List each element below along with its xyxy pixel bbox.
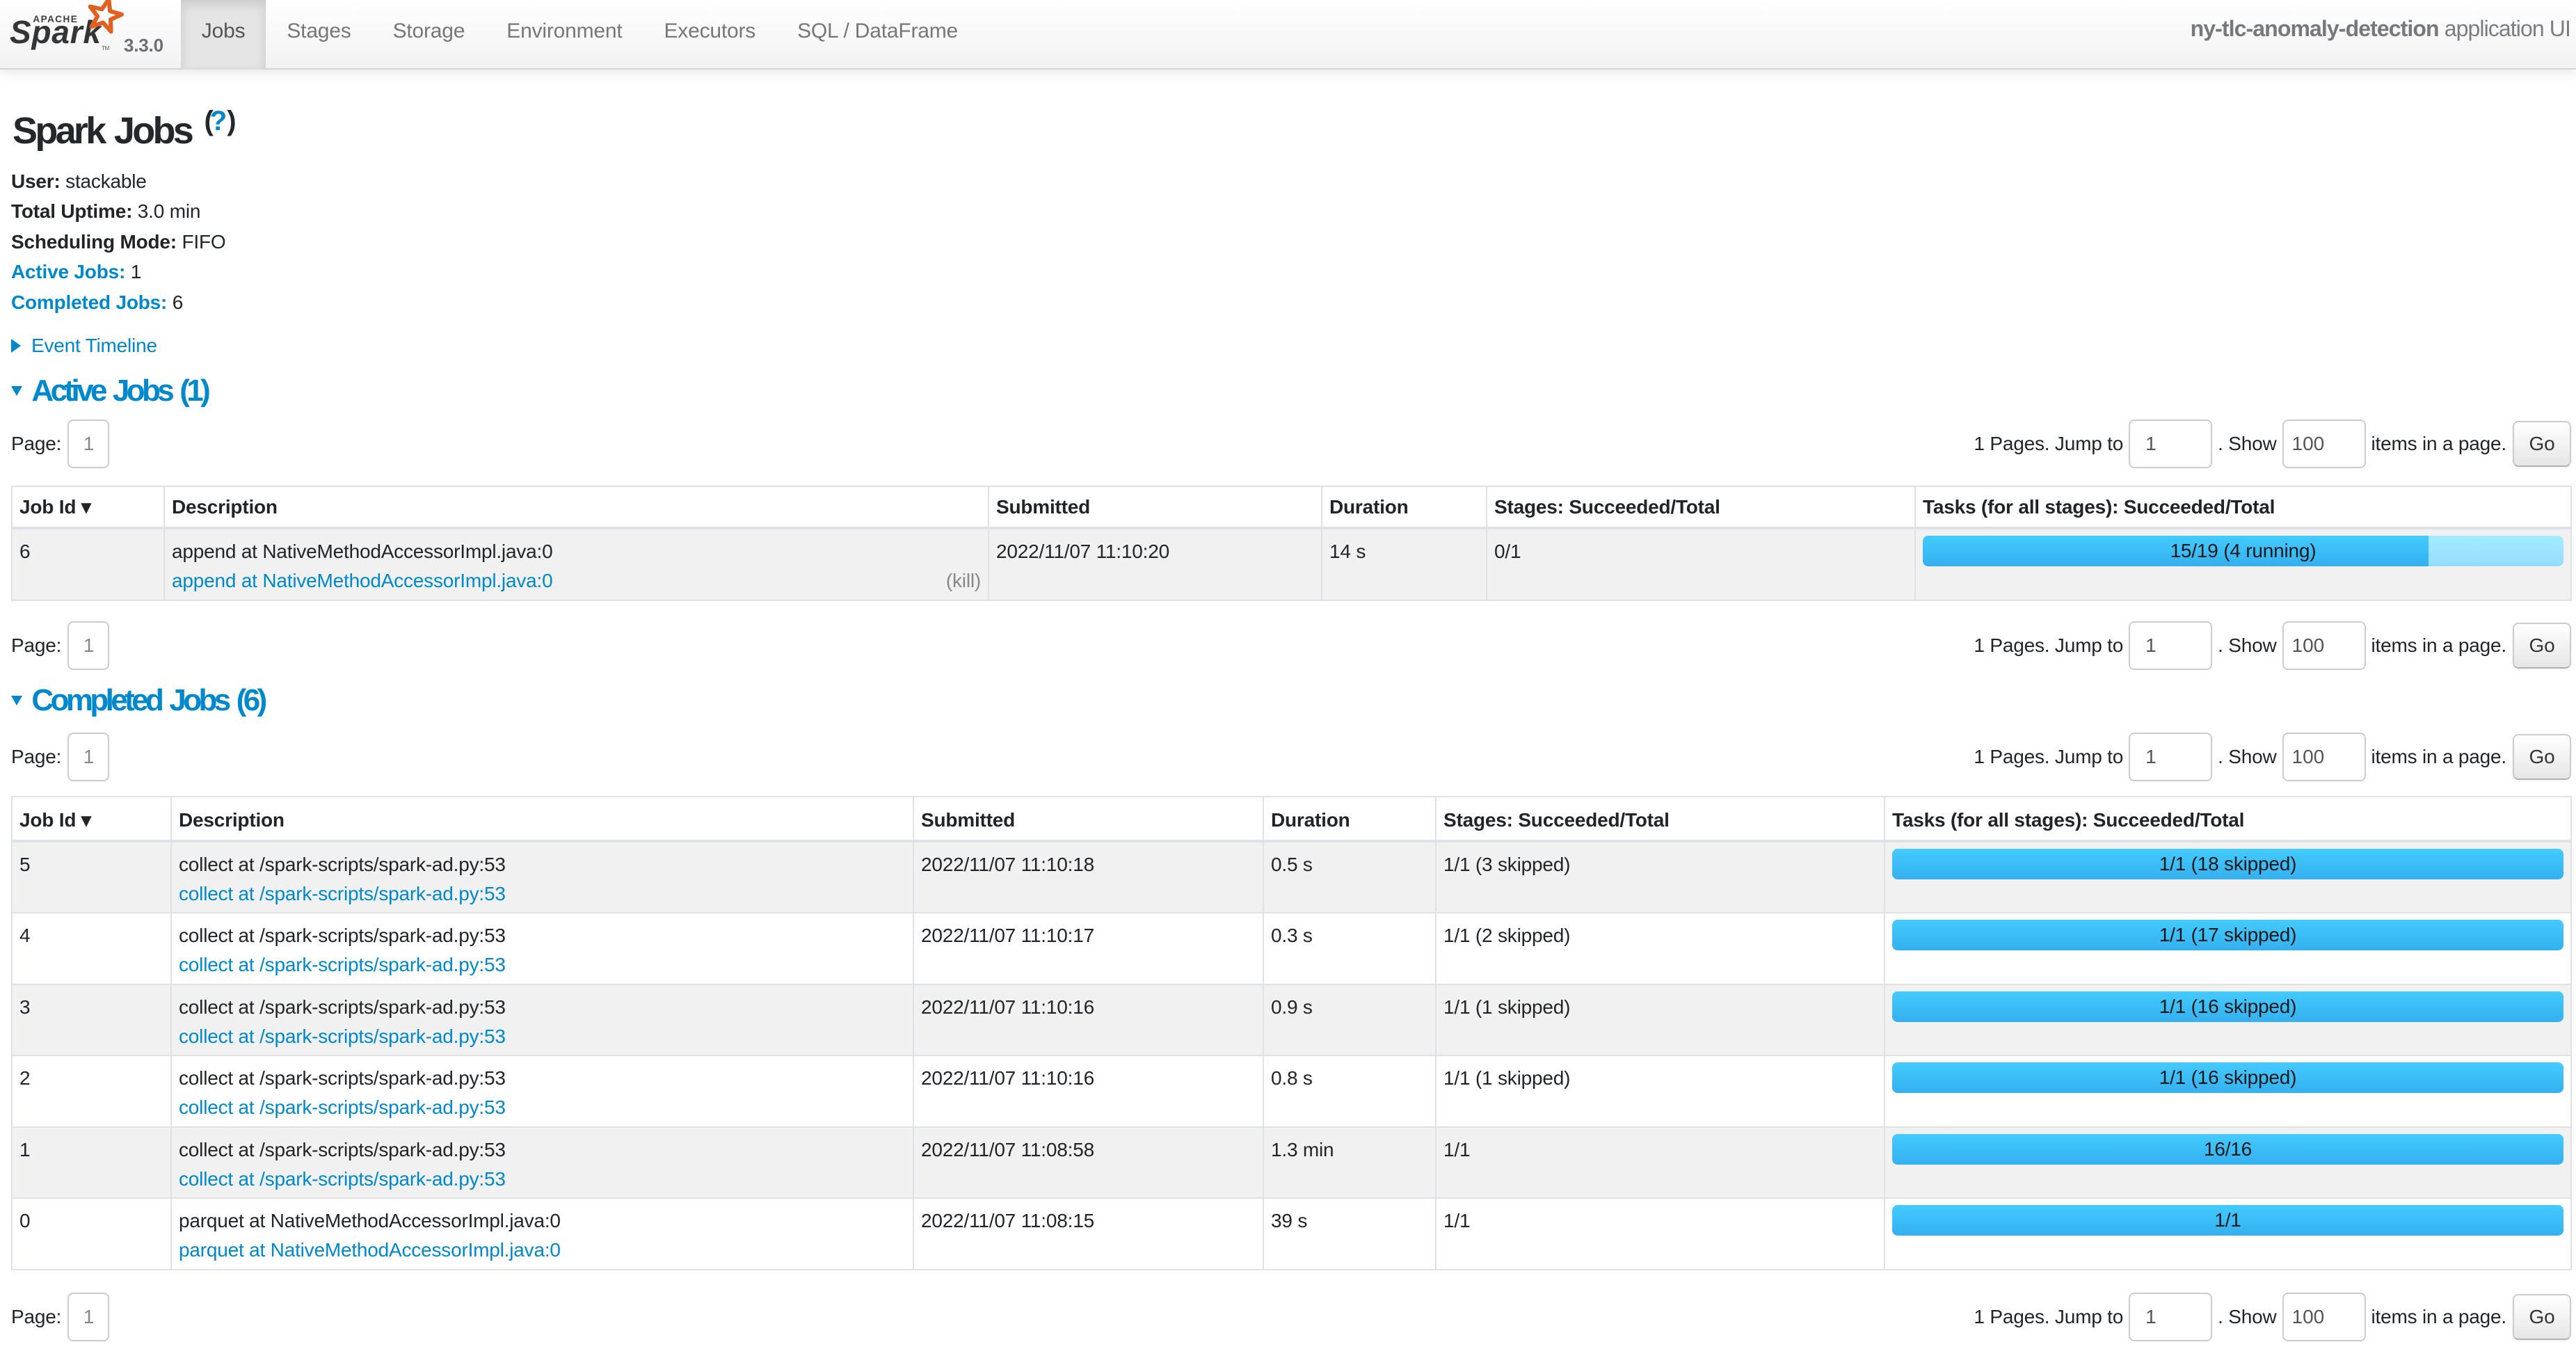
svg-text:Spark: Spark	[10, 14, 102, 50]
svg-text:TM: TM	[102, 45, 110, 51]
